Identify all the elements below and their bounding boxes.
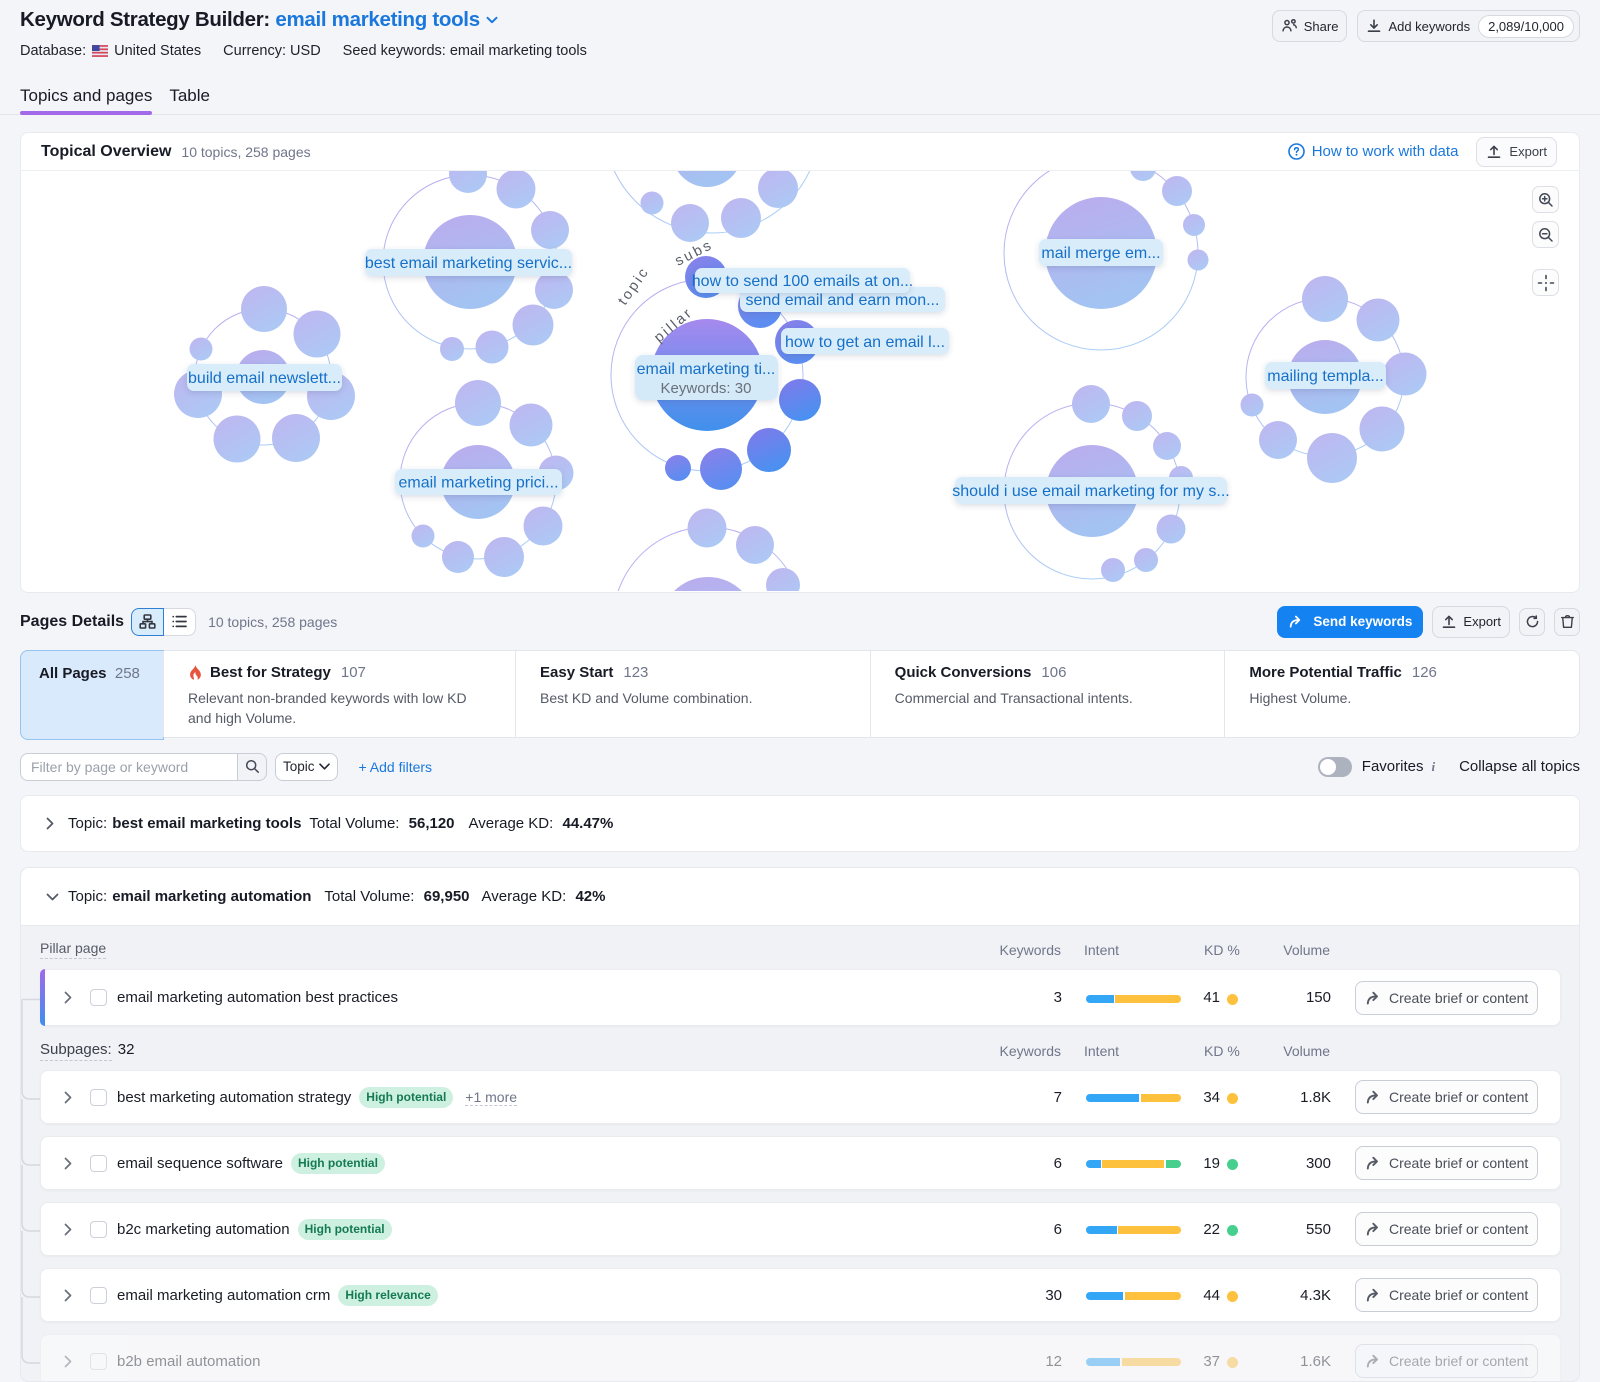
svg-text:should i use email marketing f: should i use email marketing for my s... [952,483,1229,500]
svg-text:mailing templa...: mailing templa... [1267,368,1384,385]
svg-text:email marketing ti...: email marketing ti... [637,361,776,378]
svg-text:topic: topic [615,264,653,309]
svg-text:email marketing prici...: email marketing prici... [398,475,558,492]
svg-text:build email newslett...: build email newslett... [188,370,341,387]
svg-text:how to send 100 emails at on..: how to send 100 emails at on... [692,273,913,290]
svg-text:Keywords: 30: Keywords: 30 [661,380,752,397]
svg-text:best email marketing servic...: best email marketing servic... [365,255,572,272]
svg-text:how to get an email l...: how to get an email l... [785,334,945,351]
svg-text:send email and earn mon...: send email and earn mon... [746,292,940,309]
svg-text:mail merge em...: mail merge em... [1041,245,1160,262]
